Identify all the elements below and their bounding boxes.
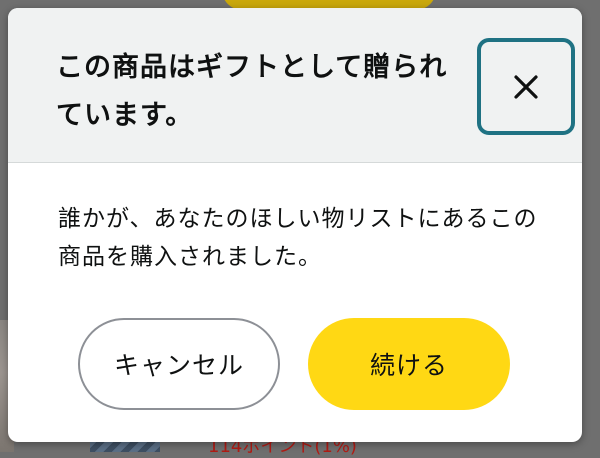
dialog-title: この商品はギフトとして贈られています。 xyxy=(56,52,448,131)
dialog-header: この商品はギフトとして贈られています。 xyxy=(8,8,582,163)
dialog-message: 誰かが、あなたのほしい物リストにあるこの商品を購入されました。 xyxy=(58,206,538,270)
close-button[interactable] xyxy=(477,38,575,135)
continue-button[interactable]: 続ける xyxy=(308,318,510,410)
cancel-button[interactable]: キャンセル xyxy=(78,318,280,410)
gift-notice-dialog: この商品はギフトとして贈られています。 誰かが、あなたのほしい物リストにあるこの… xyxy=(8,8,582,442)
close-icon xyxy=(514,74,538,99)
